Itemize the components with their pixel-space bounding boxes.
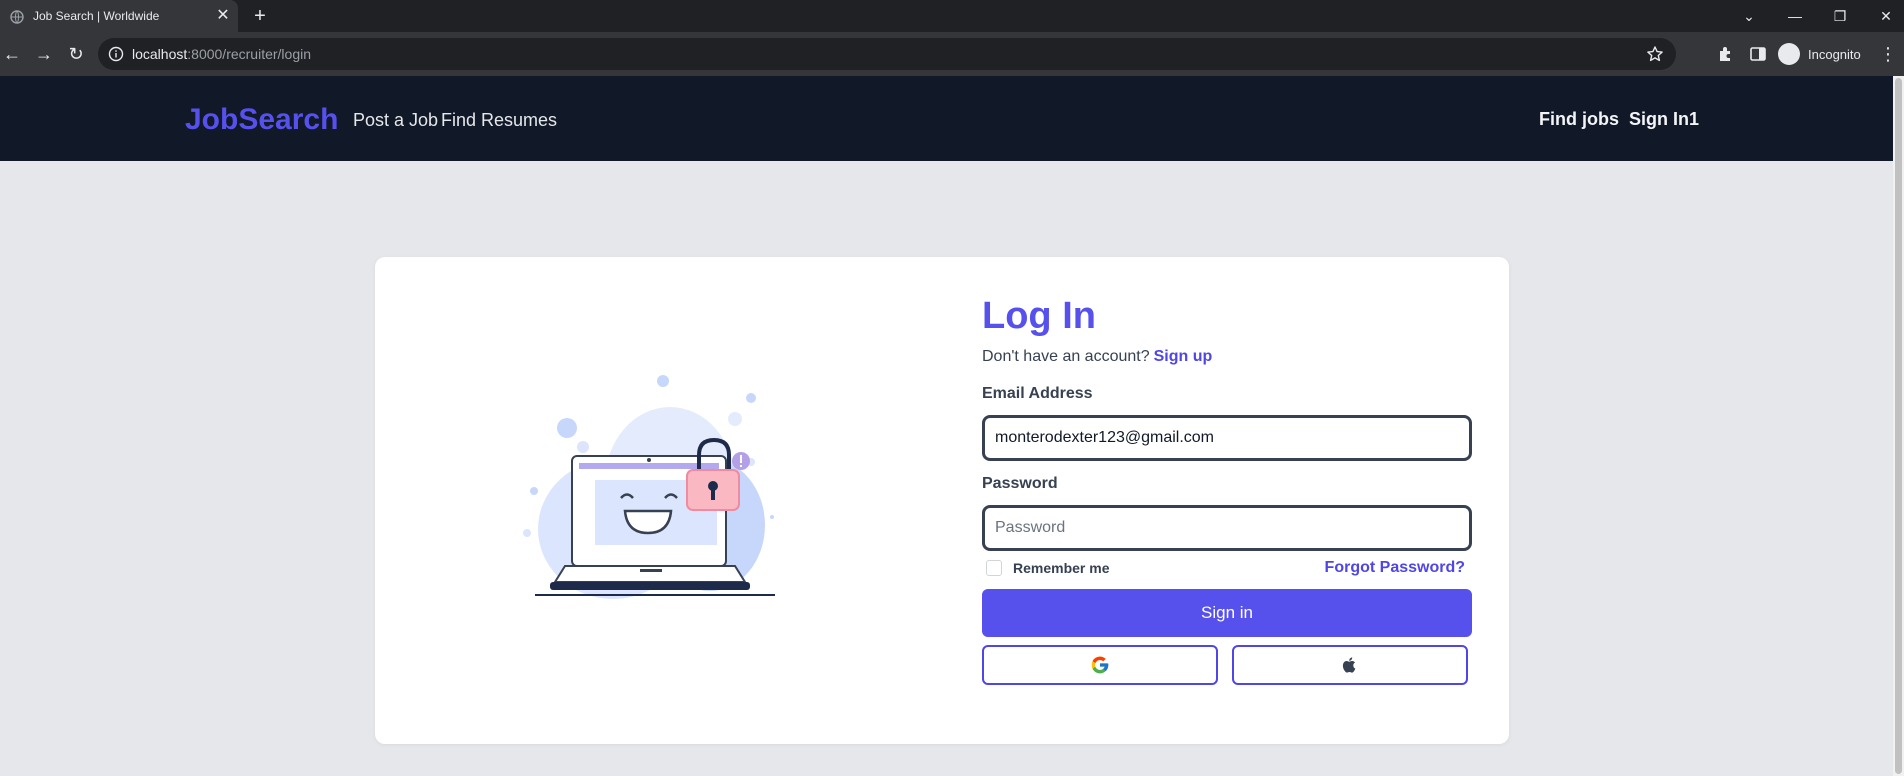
- email-field[interactable]: [982, 415, 1472, 461]
- forward-icon[interactable]: →: [32, 42, 56, 66]
- minimize-icon[interactable]: —: [1783, 4, 1807, 28]
- google-sign-in-button[interactable]: [982, 645, 1218, 685]
- signup-link[interactable]: Sign up: [1154, 348, 1213, 365]
- page-title: Log In: [982, 295, 1096, 337]
- signup-prompt-row: Don't have an account? Sign up: [982, 348, 1212, 366]
- back-icon[interactable]: ←: [0, 42, 24, 66]
- sign-in-button[interactable]: Sign in: [982, 589, 1472, 637]
- browser-tab[interactable]: Job Search | Worldwide ✕: [0, 0, 238, 32]
- login-card: Log In Don't have an account? Sign up Ema…: [375, 257, 1509, 744]
- url-path: :8000/recruiter/login: [187, 46, 312, 62]
- tab-title: Job Search | Worldwide: [33, 9, 160, 23]
- nav-find-jobs[interactable]: Find jobs: [1539, 109, 1619, 130]
- browser-menu-icon[interactable]: ⋮: [1878, 42, 1898, 66]
- page-scrollbar[interactable]: [1893, 76, 1904, 776]
- browser-tab-strip: Job Search | Worldwide ✕ + ⌄ — ❐ ✕: [0, 0, 1904, 32]
- nav-sign-in[interactable]: Sign In1: [1629, 109, 1699, 130]
- globe-icon: [10, 10, 24, 24]
- scrollbar-thumb[interactable]: [1895, 78, 1902, 774]
- bookmark-star-icon[interactable]: [1646, 45, 1664, 63]
- url-host: localhost: [132, 46, 188, 62]
- side-panel-icon[interactable]: [1748, 44, 1768, 64]
- site-logo[interactable]: JobSearch: [185, 103, 338, 137]
- url-text[interactable]: localhost:8000/recruiter/login: [132, 46, 311, 62]
- password-label: Password: [982, 475, 1058, 492]
- signup-prompt: Don't have an account?: [982, 348, 1150, 365]
- window-close-icon[interactable]: ✕: [1874, 4, 1898, 28]
- tab-close-icon[interactable]: ✕: [214, 7, 232, 25]
- address-bar[interactable]: localhost:8000/recruiter/login: [98, 38, 1676, 70]
- nav-post-a-job[interactable]: Post a Job: [353, 110, 438, 131]
- new-tab-icon[interactable]: +: [250, 6, 270, 26]
- remember-me-checkbox[interactable]: [986, 560, 1002, 576]
- password-field[interactable]: [982, 505, 1472, 551]
- apple-icon: [1342, 657, 1356, 673]
- tab-search-icon[interactable]: ⌄: [1737, 4, 1761, 28]
- nav-find-resumes[interactable]: Find Resumes: [441, 110, 557, 131]
- incognito-profile-button[interactable]: Incognito: [1778, 41, 1861, 67]
- restore-icon[interactable]: ❐: [1828, 4, 1852, 28]
- incognito-label: Incognito: [1808, 46, 1861, 62]
- remember-me-label[interactable]: Remember me: [1013, 560, 1110, 576]
- incognito-icon: [1778, 43, 1800, 65]
- email-label: Email Address: [982, 385, 1093, 402]
- apple-sign-in-button[interactable]: [1232, 645, 1468, 685]
- forgot-password-link[interactable]: Forgot Password?: [1325, 559, 1465, 577]
- info-icon[interactable]: [108, 46, 124, 62]
- browser-toolbar: ← → ↻ localhost:8000/recruiter/login Inc…: [0, 32, 1904, 76]
- laptop-lock-illustration: [523, 375, 775, 599]
- google-icon: [1091, 656, 1109, 674]
- reload-icon[interactable]: ↻: [64, 42, 88, 66]
- extensions-icon[interactable]: [1716, 44, 1736, 64]
- site-header: JobSearch Post a Job Find Resumes Find j…: [0, 76, 1893, 161]
